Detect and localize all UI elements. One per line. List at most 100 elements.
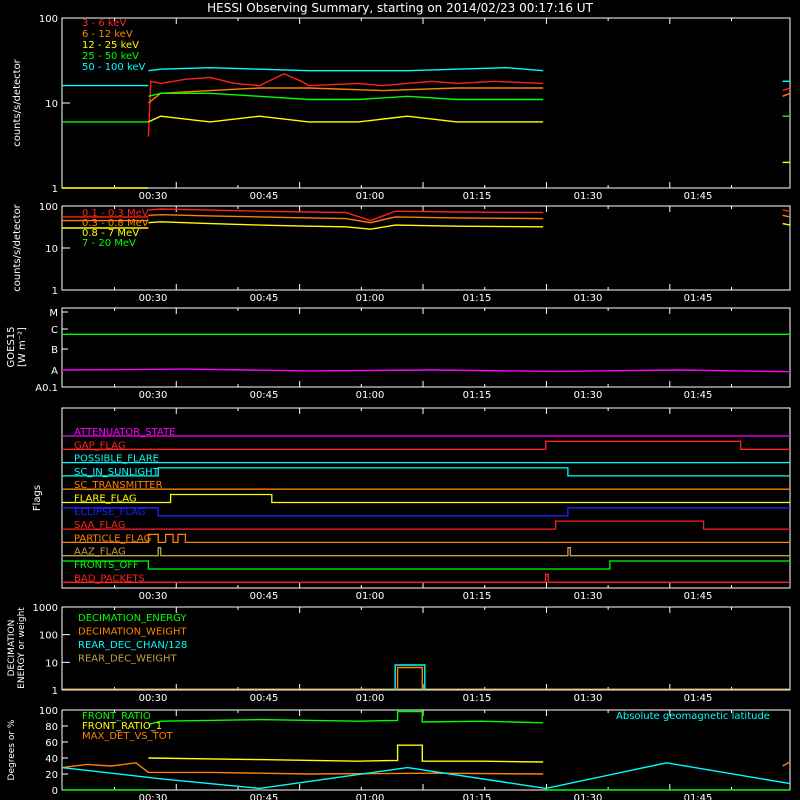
y-tick-label: M [49, 308, 58, 319]
x-tick-label: 01:30 [574, 191, 603, 202]
x-tick-label: 01:30 [574, 793, 603, 800]
y-axis-label: Degrees or % [7, 719, 17, 780]
x-tick-label: 01:45 [684, 293, 713, 304]
legend-entry: 25 - 50 keV [82, 51, 139, 62]
flag-line [62, 467, 790, 477]
panel-frame-2 [61, 205, 791, 291]
legend-entry: MAX_DET_VS_TOT [82, 731, 174, 742]
dec-series-2-line [394, 664, 426, 690]
y-tick-label: 10 [45, 99, 58, 110]
y-tick-label: 100 [39, 202, 58, 213]
series-1-line [782, 92, 791, 97]
ratio-series-0-line [148, 710, 544, 726]
legend-entry: 3 - 6 keV [82, 18, 126, 29]
y-axis-label-2: ENERGY or weight [17, 607, 27, 689]
x-tick-label: 01:15 [463, 693, 492, 704]
y-axis-label: Flags [32, 485, 43, 511]
x-tick-label: 00:45 [250, 191, 279, 202]
legend-entry: 7 - 20 MeV [82, 238, 136, 249]
x-tick-label: 01:00 [356, 191, 385, 202]
y-tick-label: 1 [52, 286, 58, 297]
y-axis-label: counts/s/detector [12, 58, 23, 146]
flag-line [62, 493, 790, 504]
series-0-line [782, 87, 791, 92]
x-tick-label: 00:30 [139, 191, 168, 202]
x-tick-label: 01:30 [574, 693, 603, 704]
flag-line [62, 440, 790, 450]
series-0-line [782, 209, 791, 212]
x-tick-label: 00:30 [139, 390, 168, 401]
observing-summary-chart: 00:30 00:45 01:00 01:15 01:30 01:45110100coun… [6, 14, 791, 800]
x-tick-label: 00:30 [139, 793, 168, 800]
panel-frame-3 [61, 307, 791, 388]
flag-line [62, 560, 790, 570]
x-tick-label: 01:00 [356, 793, 385, 800]
y-tick-label: 20 [45, 770, 58, 781]
y-tick-label: A0.1 [35, 383, 58, 394]
dec-series-1-line [396, 666, 423, 690]
y-axis-label: GOES15 [6, 326, 17, 367]
y-tick-label: 60 [45, 738, 58, 749]
x-tick-label: 01:15 [463, 390, 492, 401]
y-tick-label: A [51, 366, 58, 377]
y-tick-label: 1 [52, 184, 58, 195]
y-tick-label: 100 [39, 706, 58, 717]
y-tick-label: 0 [52, 786, 58, 797]
ratio-series-3-line [61, 762, 791, 790]
y-tick-label: 10 [45, 658, 58, 669]
x-tick-label: 00:45 [250, 693, 279, 704]
series-4-line [148, 66, 544, 72]
y-axis-label: DECIMATION [7, 620, 17, 677]
flag-line [62, 547, 790, 557]
x-tick-label: 00:30 [139, 293, 168, 304]
panel-frame-1 [61, 17, 791, 189]
annotation-label: Absolute geomagnetic latitude [616, 711, 770, 722]
y-tick-label: B [51, 345, 58, 356]
ratio-series-1-line [148, 744, 544, 763]
x-tick-label: 01:45 [684, 191, 713, 202]
x-tick-label: 00:30 [139, 591, 168, 602]
flag-line [62, 533, 790, 544]
y-tick-label: 100 [39, 14, 58, 25]
y-tick-label: 1 [52, 686, 58, 697]
x-tick-label: 01:30 [574, 293, 603, 304]
legend-entry: 6 - 12 keV [82, 29, 133, 40]
y-tick-label: 80 [45, 722, 58, 733]
series-1-line [782, 214, 791, 218]
x-tick-label: 01:00 [356, 693, 385, 704]
legend-entry: 50 - 100 keV [82, 62, 146, 73]
x-tick-label: 01:45 [684, 591, 713, 602]
series-2-line [148, 115, 544, 123]
x-tick-label: 01:30 [574, 390, 603, 401]
goes-series-1-line [61, 368, 791, 373]
flag-line [62, 507, 790, 517]
x-tick-label: 01:15 [463, 591, 492, 602]
x-tick-label: 01:15 [463, 293, 492, 304]
y-axis-unit: [W m⁻²] [17, 327, 28, 367]
y-tick-label: 1000 [33, 603, 58, 614]
x-tick-label: 01:00 [356, 293, 385, 304]
series-0-line [308, 80, 544, 87]
x-tick-label: 00:45 [250, 793, 279, 800]
legend-entry: 12 - 25 keV [82, 40, 139, 51]
x-tick-label: 01:00 [356, 591, 385, 602]
legend-entry: DECIMATION_ENERGY [78, 613, 187, 624]
x-tick-label: 00:30 [139, 693, 168, 704]
y-tick-label: 40 [45, 754, 58, 765]
x-tick-label: 01:45 [684, 390, 713, 401]
flag-line [62, 520, 790, 530]
x-tick-label: 01:00 [356, 390, 385, 401]
series-1-line [148, 213, 544, 224]
legend-entry: REAR_DEC_CHAN/128 [78, 640, 187, 651]
legend-entry: DECIMATION_WEIGHT [78, 627, 187, 638]
series-3-line [148, 92, 544, 101]
legend-entry: REAR_DEC_WEIGHT [78, 654, 177, 665]
y-tick-label: C [51, 325, 58, 336]
x-tick-label: 01:30 [574, 591, 603, 602]
x-tick-label: 01:15 [463, 191, 492, 202]
flag-line [62, 573, 790, 583]
series-1-line [147, 87, 544, 104]
series-2-line [782, 222, 791, 226]
x-tick-label: 00:45 [250, 390, 279, 401]
x-tick-label: 00:45 [250, 293, 279, 304]
